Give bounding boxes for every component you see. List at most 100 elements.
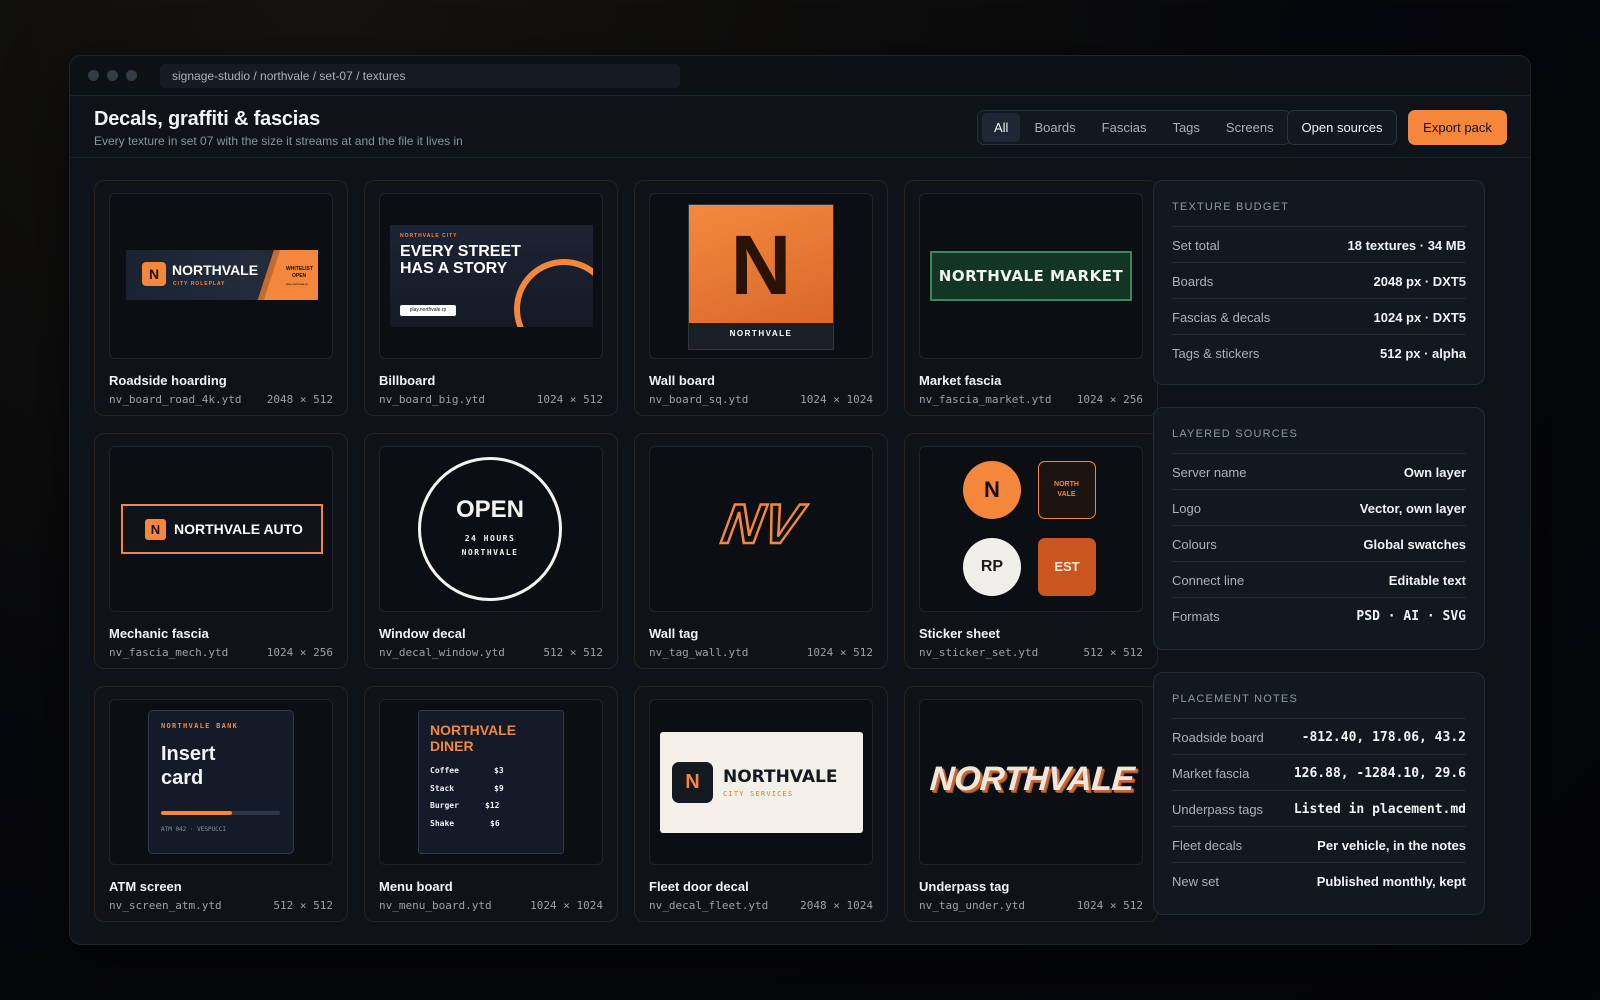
card-filename: nv_decal_fleet.ytd	[649, 899, 769, 912]
texture-preview: NORTHVALE MARKET	[919, 193, 1143, 359]
logo-badge: N	[142, 262, 166, 286]
texture-card-billboard[interactable]: NORTHVALE CITY EVERY STREET HAS A STORY …	[364, 180, 618, 416]
texture-card-market[interactable]: NORTHVALE MARKET Market fascia nv_fascia…	[904, 180, 1158, 416]
maximize-dot-icon[interactable]	[126, 70, 137, 81]
panel-title: TEXTURE BUDGET	[1172, 201, 1290, 213]
card-title: Roadside hoarding	[109, 373, 227, 388]
placement-row: Roadside board -812.40, 178.06, 43.2	[1172, 718, 1466, 754]
card-title: Sticker sheet	[919, 626, 1000, 641]
budget-row: Boards 2048 px · DXT5	[1172, 262, 1466, 298]
placement-notes-panel: PLACEMENT NOTES Roadside board -812.40, …	[1153, 672, 1485, 915]
tab-fascias[interactable]: Fascias	[1090, 113, 1159, 142]
placement-row: New set Published monthly, kept	[1172, 862, 1466, 898]
card-size: 512 × 512	[273, 899, 333, 912]
sticker-est: EST	[1038, 538, 1096, 596]
tab-screens[interactable]: Screens	[1214, 113, 1286, 142]
sticker-rp: RP	[963, 538, 1021, 596]
billboard-art: NORTHVALE CITY EVERY STREET HAS A STORY …	[390, 225, 593, 327]
mechanic-fascia-art: N NORTHVALE AUTO	[121, 504, 323, 554]
atm-progress-fill	[161, 811, 233, 815]
page-title: Decals, graffiti & fascias	[94, 108, 321, 130]
card-size: 1024 × 1024	[800, 393, 873, 406]
open-sources-button[interactable]: Open sources	[1287, 110, 1397, 145]
budget-row: Tags & stickers 512 px · alpha	[1172, 334, 1466, 370]
hoarding-art: N NORTHVALE CITY ROLEPLAY WHITELIST OPEN…	[126, 250, 318, 300]
sources-row: Logo Vector, own layer	[1172, 489, 1466, 525]
texture-card-atm[interactable]: NORTHVALE BANK Insert card ATM 042 · VES…	[94, 686, 348, 922]
card-title: Wall tag	[649, 626, 699, 641]
fleet-decal-art: N NORTHVALE CITY SERVICES	[660, 732, 863, 833]
texture-preview: N NORTHVALE AUTO	[109, 446, 333, 612]
window-controls	[88, 70, 160, 81]
texture-preview: NORTHVALE	[919, 699, 1143, 865]
card-filename: nv_tag_wall.ytd	[649, 646, 749, 659]
texture-card-fleet[interactable]: N NORTHVALE CITY SERVICES Fleet door dec…	[634, 686, 888, 922]
sources-row: Colours Global swatches	[1172, 525, 1466, 561]
market-fascia-art: NORTHVALE MARKET	[930, 251, 1132, 301]
card-title: Window decal	[379, 626, 466, 641]
texture-preview: N NORTHVALE CITY ROLEPLAY WHITELIST OPEN…	[109, 193, 333, 359]
sources-row: Server name Own layer	[1172, 453, 1466, 489]
panel-title: LAYERED SOURCES	[1172, 428, 1298, 440]
panel-title: PLACEMENT NOTES	[1172, 693, 1298, 705]
texture-card-stickers[interactable]: N NORTH VALE RP EST Sticker sheet nv_sti…	[904, 433, 1158, 669]
texture-preview: NORTHVALE DINER Coffee $3 Stack $9 Burge…	[379, 699, 603, 865]
card-size: 1024 × 512	[1076, 899, 1143, 912]
card-title: Underpass tag	[919, 879, 1010, 894]
texture-card-walltag[interactable]: NV Wall tag nv_tag_wall.ytd 1024 × 512	[634, 433, 888, 669]
texture-card-mechanic[interactable]: N NORTHVALE AUTO Mechanic fascia nv_fasc…	[94, 433, 348, 669]
title-bar: signage-studio / northvale / set-07 / te…	[70, 56, 1530, 96]
card-size: 512 × 512	[1083, 646, 1143, 659]
card-size: 1024 × 256	[1076, 393, 1143, 406]
card-title: Billboard	[379, 373, 436, 388]
placement-row: Market fascia 126.88, -1284.10, 29.6	[1172, 754, 1466, 790]
export-pack-button[interactable]: Export pack	[1408, 110, 1507, 145]
sticker-northvale: NORTH VALE	[1038, 461, 1096, 519]
texture-card-window[interactable]: OPEN 24 HOURS NORTHVALE Window decal nv_…	[364, 433, 618, 669]
card-title: Market fascia	[919, 373, 1002, 388]
app-window: signage-studio / northvale / set-07 / te…	[69, 55, 1531, 945]
tab-all[interactable]: All	[982, 113, 1021, 142]
minimize-dot-icon[interactable]	[107, 70, 118, 81]
wallboard-art: N NORTHVALE	[688, 204, 834, 350]
texture-card-roadside[interactable]: N NORTHVALE CITY ROLEPLAY WHITELIST OPEN…	[94, 180, 348, 416]
texture-card-underpass[interactable]: NORTHVALE Underpass tag nv_tag_under.ytd…	[904, 686, 1158, 922]
texture-preview: OPEN 24 HOURS NORTHVALE	[379, 446, 603, 612]
texture-preview: NORTHVALE BANK Insert card ATM 042 · VES…	[109, 699, 333, 865]
close-dot-icon[interactable]	[88, 70, 99, 81]
sources-row: Connect line Editable text	[1172, 561, 1466, 597]
budget-row: Set total 18 textures · 34 MB	[1172, 226, 1466, 262]
breadcrumb[interactable]: signage-studio / northvale / set-07 / te…	[160, 63, 680, 88]
card-size: 1024 × 1024	[530, 899, 603, 912]
sticker-round-n: N	[963, 461, 1021, 519]
card-title: Mechanic fascia	[109, 626, 209, 641]
tab-tags[interactable]: Tags	[1160, 113, 1211, 142]
texture-preview: N NORTHVALE CITY SERVICES	[649, 699, 873, 865]
texture-preview: NORTHVALE CITY EVERY STREET HAS A STORY …	[379, 193, 603, 359]
filter-tabs: All Boards Fascias Tags Screens	[977, 110, 1291, 145]
card-size: 1024 × 256	[266, 646, 333, 659]
card-filename: nv_board_road_4k.ytd	[109, 393, 242, 406]
card-filename: nv_screen_atm.ytd	[109, 899, 222, 912]
wall-tag-art: NV	[716, 491, 807, 557]
page-subtitle: Every texture in set 07 with the size it…	[94, 134, 463, 148]
card-size: 1024 × 512	[536, 393, 603, 406]
card-size: 2048 × 512	[266, 393, 333, 406]
card-filename: nv_sticker_set.ytd	[919, 646, 1039, 659]
page-header: Decals, graffiti & fascias Every texture…	[70, 96, 1530, 158]
texture-card-menu[interactable]: NORTHVALE DINER Coffee $3 Stack $9 Burge…	[364, 686, 618, 922]
tab-boards[interactable]: Boards	[1022, 113, 1087, 142]
card-filename: nv_fascia_market.ytd	[919, 393, 1052, 406]
window-decal-art: OPEN 24 HOURS NORTHVALE	[418, 457, 562, 601]
atm-screen-art: NORTHVALE BANK Insert card ATM 042 · VES…	[148, 710, 294, 854]
texture-card-wallboard[interactable]: N NORTHVALE Wall board nv_board_sq.ytd 1…	[634, 180, 888, 416]
card-size: 512 × 512	[543, 646, 603, 659]
card-filename: nv_menu_board.ytd	[379, 899, 492, 912]
card-size: 1024 × 512	[806, 646, 873, 659]
texture-preview: N NORTHVALE	[649, 193, 873, 359]
atm-progress-track	[161, 811, 280, 815]
texture-preview: NV	[649, 446, 873, 612]
placement-row: Underpass tags Listed in placement.md	[1172, 790, 1466, 826]
card-title: Wall board	[649, 373, 715, 388]
texture-preview: N NORTH VALE RP EST	[919, 446, 1143, 612]
